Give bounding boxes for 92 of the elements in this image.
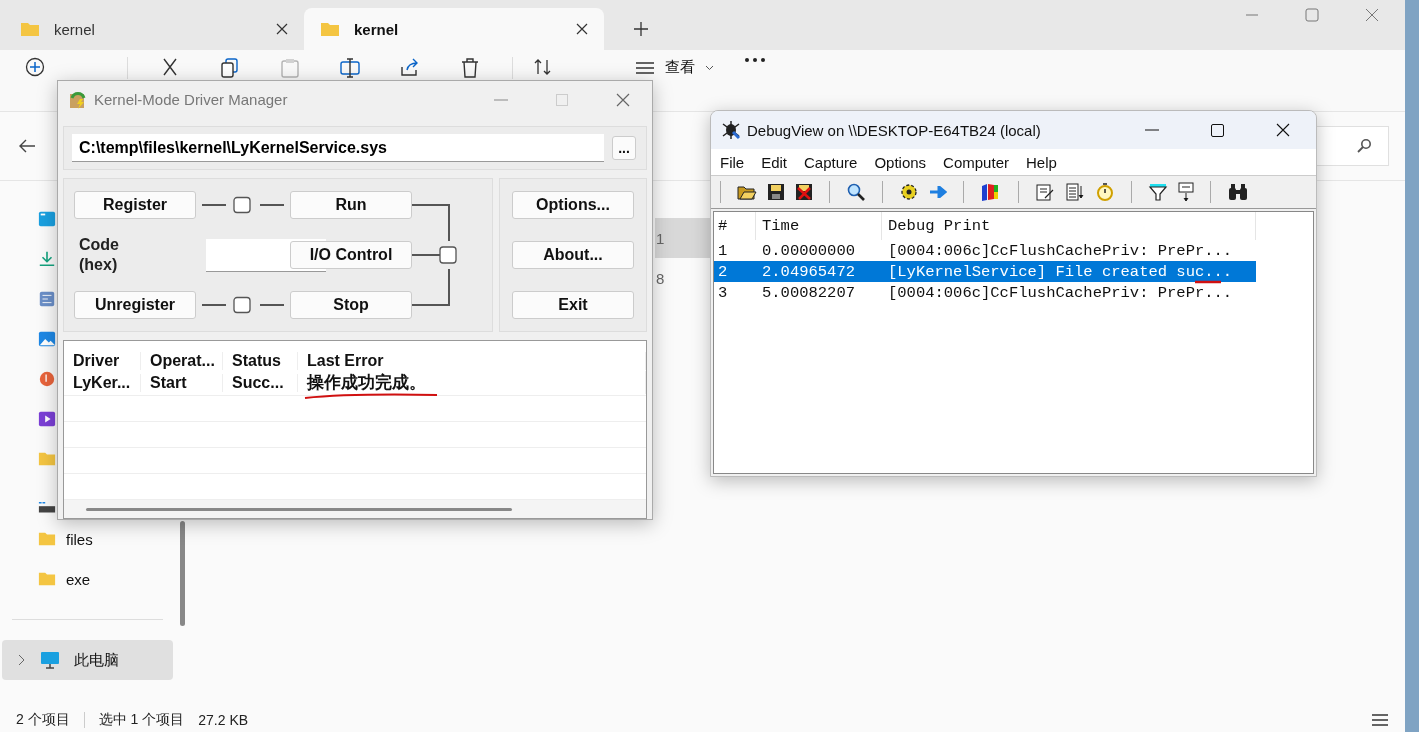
table-cell: 操作成功完成。 bbox=[298, 371, 646, 394]
scrollbar-thumb[interactable] bbox=[180, 521, 185, 626]
bug-icon bbox=[721, 120, 741, 140]
item-count: 2 个项目 bbox=[16, 711, 70, 729]
table-cell: Start bbox=[141, 373, 223, 392]
save-icon[interactable] bbox=[767, 183, 785, 201]
sort-icon[interactable] bbox=[533, 57, 553, 77]
file-size: 27.2 KB bbox=[198, 712, 249, 728]
register-button[interactable]: Register bbox=[74, 191, 196, 219]
music-icon[interactable] bbox=[38, 370, 56, 388]
delete-icon[interactable] bbox=[459, 57, 481, 79]
close-icon[interactable] bbox=[576, 23, 588, 35]
display-icon[interactable] bbox=[1178, 182, 1194, 202]
close-icon[interactable] bbox=[276, 23, 288, 35]
drive-icon[interactable] bbox=[38, 502, 56, 514]
documents-icon[interactable] bbox=[38, 290, 56, 308]
magnifier-icon[interactable] bbox=[846, 182, 866, 202]
search-icon bbox=[1356, 138, 1372, 154]
close-icon[interactable] bbox=[1276, 123, 1290, 137]
new-icon[interactable] bbox=[25, 57, 45, 77]
log-row[interactable]: 2 2.04965472 [LyKernelService] File created suc... bbox=[714, 261, 1256, 282]
status-indicator-icon bbox=[202, 295, 284, 315]
desktop-icon[interactable] bbox=[38, 210, 56, 228]
column-header[interactable]: Last Error bbox=[298, 352, 646, 370]
add-tab-icon[interactable] bbox=[634, 22, 648, 36]
scroll-icon[interactable] bbox=[1065, 182, 1085, 202]
sidebar-item[interactable]: exe bbox=[0, 559, 175, 599]
menu-item[interactable]: File bbox=[720, 153, 745, 171]
maximize-icon[interactable] bbox=[1211, 123, 1224, 137]
videos-icon[interactable] bbox=[38, 410, 56, 428]
table-cell: LyKer... bbox=[64, 373, 141, 392]
maximize-icon bbox=[556, 93, 568, 106]
column-header[interactable]: Driver bbox=[64, 352, 141, 370]
menu-button[interactable]: About... bbox=[512, 241, 634, 269]
pictures-icon[interactable] bbox=[38, 330, 56, 348]
menu-button[interactable]: Options... bbox=[512, 191, 634, 219]
tab[interactable]: kernel bbox=[304, 8, 604, 50]
list-icon bbox=[635, 59, 655, 76]
back-icon[interactable] bbox=[18, 138, 36, 154]
tab[interactable]: kernel bbox=[4, 8, 304, 50]
column-header[interactable]: Time bbox=[756, 212, 882, 240]
action-button[interactable]: Stop bbox=[290, 291, 412, 319]
open-folder-icon[interactable] bbox=[737, 183, 757, 201]
menu-item[interactable]: Capture bbox=[804, 153, 858, 171]
chevron-icon bbox=[18, 654, 26, 666]
table-cell: Succ... bbox=[223, 373, 298, 392]
action-button[interactable]: Run bbox=[290, 191, 412, 219]
menu-item[interactable]: Computer bbox=[943, 153, 1009, 171]
folder-icon bbox=[320, 21, 340, 37]
copy-icon[interactable] bbox=[219, 57, 241, 79]
app-icon bbox=[68, 89, 88, 110]
binoculars-icon[interactable] bbox=[1227, 183, 1249, 201]
clear-icon[interactable] bbox=[795, 183, 813, 201]
menu-button[interactable]: Exit bbox=[512, 291, 634, 319]
menu-item[interactable]: Edit bbox=[761, 153, 788, 171]
filter-icon[interactable] bbox=[1148, 182, 1168, 202]
menu-item[interactable]: Help bbox=[1025, 153, 1057, 171]
window-title: Kernel-Mode Driver Manager bbox=[94, 91, 288, 108]
log-row[interactable]: 3 5.00082207 [0004:006c]CcFlushCachePriv: PrePr... bbox=[714, 282, 1256, 303]
folder-icon bbox=[38, 570, 56, 588]
selection-info: 选中 1 个项目 bbox=[98, 711, 185, 729]
file-row[interactable]: 8 bbox=[655, 258, 710, 298]
status-indicator-icon bbox=[202, 195, 284, 215]
column-header[interactable]: Debug Print bbox=[882, 212, 1256, 240]
stopwatch-icon[interactable] bbox=[1095, 182, 1115, 202]
folder-icon bbox=[38, 530, 56, 548]
file-row[interactable]: 1 bbox=[655, 218, 710, 258]
code-label: Code (hex) bbox=[78, 235, 119, 275]
downloads-icon[interactable] bbox=[38, 250, 56, 268]
sidebar-item[interactable]: files bbox=[0, 519, 175, 559]
view-button[interactable]: 查看 bbox=[633, 57, 716, 78]
menu-item[interactable]: Options bbox=[874, 153, 927, 171]
log-row[interactable]: 1 0.00000000 [0004:006c]CcFlushCachePriv: PrePr... bbox=[714, 240, 1256, 261]
rename-icon[interactable] bbox=[339, 57, 361, 79]
folder-icon bbox=[20, 21, 40, 37]
notepad-icon[interactable] bbox=[1035, 182, 1055, 202]
unregister-button[interactable]: Unregister bbox=[74, 291, 196, 319]
scrollbar-thumb[interactable] bbox=[86, 508, 512, 511]
browse-button[interactable]: ... bbox=[612, 136, 636, 160]
more-icon[interactable] bbox=[744, 57, 766, 63]
gear-icon[interactable] bbox=[899, 182, 919, 202]
computer-icon bbox=[40, 651, 60, 669]
chevron-icon bbox=[705, 64, 714, 71]
underline-mark bbox=[1194, 279, 1222, 284]
sidebar-item[interactable]: 此电脑 bbox=[2, 640, 173, 680]
column-header[interactable]: Status bbox=[223, 352, 298, 370]
column-header[interactable]: Operat... bbox=[141, 352, 223, 370]
arrow-icon[interactable] bbox=[929, 186, 947, 198]
path-field[interactable]: C:\temp\files\kernel\LyKernelService.sys bbox=[72, 134, 604, 162]
column-header[interactable]: # bbox=[714, 212, 756, 240]
window-title: DebugView on \\DESKTOP-E64TB24 (local) bbox=[747, 121, 1041, 139]
details-view-icon[interactable] bbox=[1371, 712, 1389, 728]
